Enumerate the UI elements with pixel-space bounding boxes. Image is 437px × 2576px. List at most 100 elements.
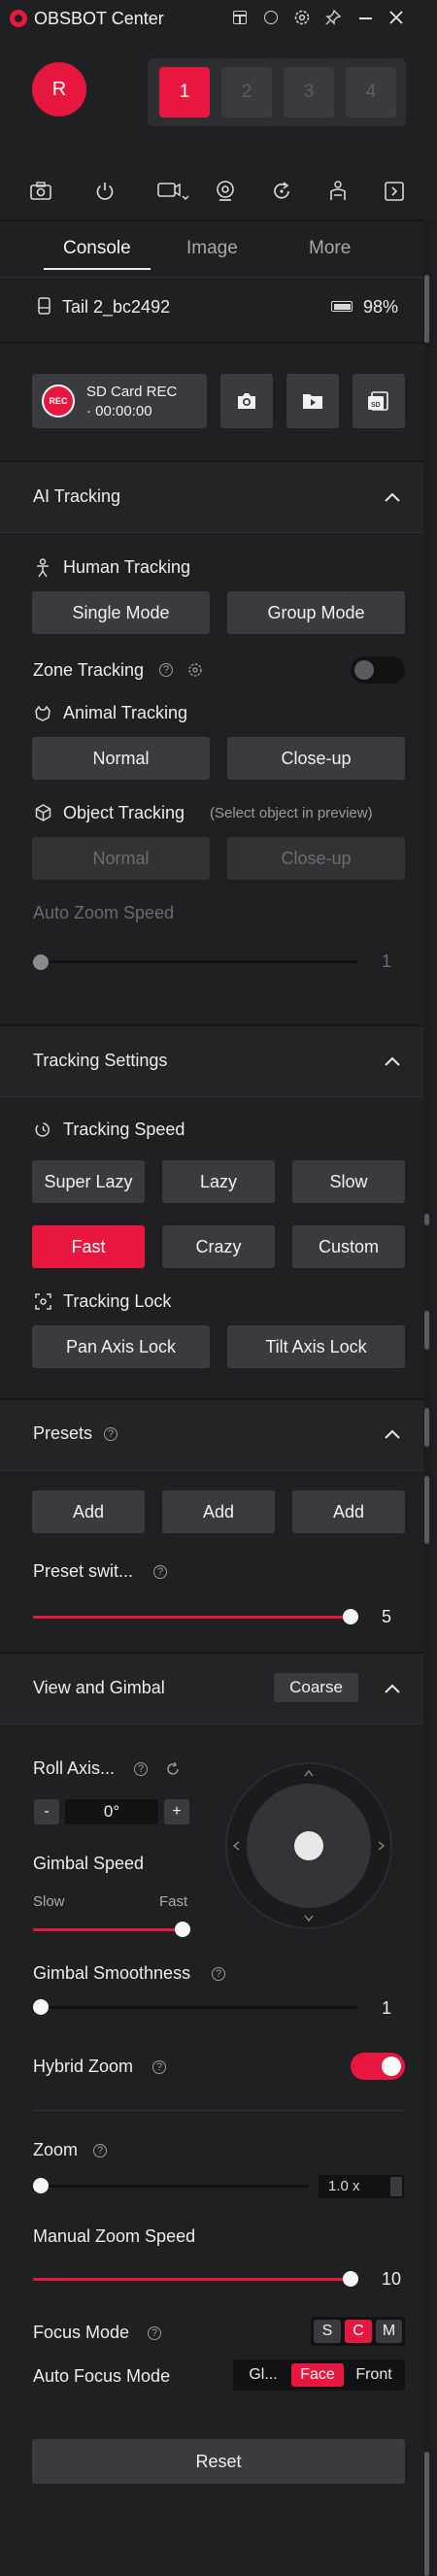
zoom-value-field[interactable]: 1.0 x (319, 2175, 404, 2198)
gimbal-header[interactable]: View and Gimbal Coarse (0, 1654, 423, 1723)
speed-crazy-button[interactable]: Crazy (162, 1225, 275, 1268)
focus-mode-s[interactable]: S (314, 2320, 341, 2343)
collapse-panel-icon[interactable] (381, 178, 408, 205)
auto-zoom-speed-value: 1 (382, 952, 392, 971)
record-status-icon[interactable] (264, 11, 278, 24)
animal-closeup-button[interactable]: Close-up (227, 737, 405, 780)
ai-tracking-title: AI Tracking (33, 486, 121, 506)
gimbal-smoothness-slider[interactable] (37, 2006, 357, 2009)
help-icon[interactable]: ? (134, 1762, 148, 1776)
gimbal-speed-slider[interactable] (33, 1928, 179, 1931)
reset-button[interactable]: Reset (32, 2439, 405, 2484)
group-mode-button[interactable]: Group Mode (227, 591, 405, 634)
tilt-axis-lock-button[interactable]: Tilt Axis Lock (227, 1325, 405, 1368)
roll-plus-button[interactable]: + (164, 1799, 189, 1824)
preset-add-button-3[interactable]: Add (292, 1490, 405, 1533)
sd-card-manager-button[interactable]: SD (353, 374, 405, 428)
focus-mode-c[interactable]: C (345, 2320, 372, 2343)
device-divider (0, 342, 423, 344)
focus-mode-m[interactable]: M (376, 2320, 402, 2343)
speed-fast-button[interactable]: Fast (32, 1225, 145, 1268)
gimbal-mode-button[interactable]: Coarse (274, 1673, 358, 1702)
close-icon[interactable] (387, 9, 405, 26)
gimbal-joystick[interactable] (225, 1762, 392, 1929)
device-remote-icon (37, 297, 51, 315)
help-icon[interactable]: ? (104, 1427, 118, 1441)
tab-image[interactable]: Image (186, 238, 238, 259)
tracking-settings-header[interactable]: Tracking Settings (0, 1026, 423, 1096)
user-avatar[interactable]: R (32, 62, 86, 117)
zoom-stepper[interactable] (390, 2177, 402, 2196)
tab-console[interactable]: Console (39, 235, 155, 274)
auto-zoom-speed-knob[interactable] (33, 954, 49, 970)
device-slot-3[interactable]: 3 (284, 67, 334, 117)
pin-icon[interactable] (324, 9, 342, 26)
zone-settings-gear-icon[interactable] (187, 662, 203, 678)
animal-normal-button[interactable]: Normal (32, 737, 210, 780)
hybrid-zoom-toggle[interactable] (351, 2053, 405, 2080)
auto-zoom-speed-slider[interactable] (37, 960, 357, 963)
record-time: · 00:00:00 (86, 403, 152, 419)
chevron-up-icon[interactable] (384, 1055, 401, 1067)
video-settings-icon[interactable] (155, 178, 194, 205)
sd-card-record-button[interactable]: REC SD Card REC · 00:00:00 (32, 374, 207, 428)
minimize-icon[interactable] (359, 17, 372, 19)
object-closeup-button[interactable]: Close-up (227, 837, 405, 880)
pan-axis-lock-button[interactable]: Pan Axis Lock (32, 1325, 210, 1368)
human-icon (35, 558, 50, 578)
tab-more[interactable]: More (309, 238, 351, 259)
auto-focus-face[interactable]: Face (291, 2363, 344, 2387)
device-slot-4[interactable]: 4 (346, 67, 396, 117)
roll-minus-button[interactable]: - (34, 1799, 59, 1824)
camera-snapshot-icon[interactable] (27, 178, 54, 205)
ai-tracking-header[interactable]: AI Tracking (0, 462, 423, 532)
manual-zoom-speed-knob[interactable] (343, 2271, 358, 2287)
settings-gear-icon[interactable] (293, 9, 311, 26)
presets-header[interactable]: Presets ? (0, 1400, 423, 1470)
chevron-up-icon[interactable] (384, 491, 401, 503)
auto-focus-global[interactable]: Gl... (237, 2363, 289, 2387)
preset-switch-slider[interactable] (33, 1616, 352, 1619)
gimbal-speed-knob[interactable] (175, 1922, 190, 1937)
help-icon[interactable]: ? (153, 1565, 167, 1579)
speed-super-lazy-button[interactable]: Super Lazy (32, 1160, 145, 1203)
single-mode-button[interactable]: Single Mode (32, 591, 210, 634)
toggle-knob (354, 660, 374, 680)
zoom-slider[interactable] (37, 2185, 309, 2188)
preset-switch-knob[interactable] (343, 1609, 358, 1624)
object-normal-button[interactable]: Normal (32, 837, 210, 880)
speed-custom-button[interactable]: Custom (292, 1225, 405, 1268)
help-icon[interactable]: ? (148, 2326, 161, 2340)
gimbal-smoothness-knob[interactable] (33, 1999, 49, 2015)
preset-add-button-1[interactable]: Add (32, 1490, 145, 1533)
auto-focus-mode-group: Gl... Face Front (233, 2359, 405, 2391)
preset-add-button-2[interactable]: Add (162, 1490, 275, 1533)
zone-tracking-toggle[interactable] (351, 656, 405, 684)
chevron-up-icon[interactable] (384, 1683, 401, 1694)
auto-focus-front[interactable]: Front (346, 2363, 402, 2387)
rotate-icon[interactable] (268, 178, 295, 205)
joystick-knob[interactable] (294, 1831, 323, 1860)
roll-value-field[interactable]: 0° (65, 1799, 158, 1824)
open-folder-button[interactable] (286, 374, 339, 428)
tracking-speed-icon (35, 1121, 51, 1138)
photo-capture-button[interactable] (220, 374, 273, 428)
scrollbar-thumb[interactable] (424, 275, 429, 343)
help-icon[interactable]: ? (93, 2144, 107, 2158)
presenter-icon[interactable] (324, 178, 352, 205)
webcam-icon[interactable] (212, 178, 239, 205)
device-slot-2[interactable]: 2 (221, 67, 272, 117)
help-icon[interactable]: ? (212, 1967, 225, 1981)
help-icon[interactable]: ? (159, 663, 173, 677)
speed-slow-button[interactable]: Slow (292, 1160, 405, 1203)
window-layout-icon[interactable] (233, 11, 247, 24)
zoom-knob[interactable] (33, 2178, 49, 2193)
chevron-up-icon[interactable] (384, 1428, 401, 1440)
manual-zoom-speed-slider[interactable] (33, 2278, 352, 2281)
power-icon[interactable] (91, 178, 118, 205)
device-slot-label: 3 (303, 82, 315, 102)
speed-lazy-button[interactable]: Lazy (162, 1160, 275, 1203)
roll-reset-icon[interactable] (165, 1761, 181, 1777)
device-slot-1[interactable]: 1 (159, 67, 210, 117)
help-icon[interactable]: ? (152, 2060, 166, 2074)
